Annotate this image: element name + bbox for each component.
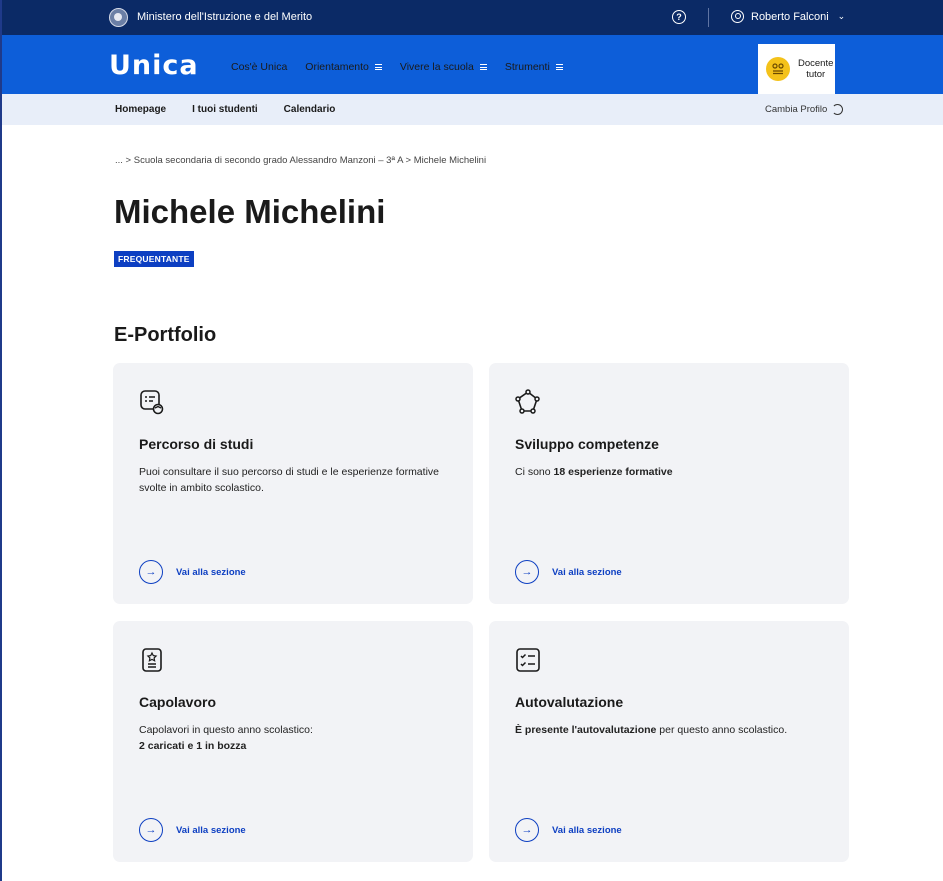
page-title: Michele Michelini [114,193,386,230]
main-nav: Cos'è Unica Orientamento Vivere la scuol… [231,61,581,73]
card-description: È presente l'autovalutazione per questo … [515,724,788,736]
menu-icon [479,64,487,70]
menu-icon [374,64,382,70]
subnav-item-students[interactable]: I tuoi studenti [192,104,258,115]
breadcrumb[interactable]: ... > Scuola secondaria di secondo grado… [115,155,486,166]
teacher-face-icon [772,63,784,75]
nav-item-cos-e-unica[interactable]: Cos'è Unica [231,61,287,73]
section-title: E-Portfolio [114,324,217,346]
card-title: Sviluppo competenze [515,436,659,452]
unica-logo[interactable]: Unica [109,50,199,81]
teacher-avatar-icon [766,57,790,81]
card-sviluppo-competenze: Sviluppo competenze Ci sono 18 esperienz… [489,363,849,604]
checklist-icon [516,648,540,672]
card-description: Capolavori in questo anno scolastico: 2 … [139,724,313,752]
nav-item-strumenti[interactable]: Strumenti [505,61,563,73]
arrow-right-icon: → [515,818,539,842]
republic-emblem-icon [109,8,128,27]
sub-nav: Homepage I tuoi studenti Calendario [115,104,361,115]
card-description: Ci sono 18 esperienze formative [515,466,673,478]
card-title: Capolavoro [139,694,217,710]
nav-item-orientamento[interactable]: Orientamento [305,61,382,73]
card-percorso-di-studi: Percorso di studi Puoi consultare il suo… [113,363,473,604]
divider [708,8,709,27]
profile-role: Docente tutor [798,58,834,80]
card-title: Percorso di studi [139,436,254,452]
skills-network-icon [515,389,540,414]
user-menu[interactable]: Roberto Falconi ⌄ [731,10,845,23]
subnav-item-calendar[interactable]: Calendario [284,104,336,115]
swap-icon [832,104,844,115]
go-to-section-link[interactable]: → Vai alla sezione [139,560,246,584]
user-name: Roberto Falconi [751,10,829,23]
ministry-bar: Ministero dell'Istruzione e del Merito ?… [0,0,943,35]
help-icon[interactable]: ? [672,10,686,24]
card-title: Autovalutazione [515,694,624,710]
arrow-right-icon: → [139,818,163,842]
menu-icon [555,64,563,70]
arrow-right-icon: → [515,560,539,584]
arrow-right-icon: → [139,560,163,584]
chevron-down-icon: ⌄ [837,11,846,21]
nav-item-vivere-la-scuola[interactable]: Vivere la scuola [400,61,487,73]
go-to-section-link[interactable]: → Vai alla sezione [139,818,246,842]
user-icon [731,10,744,23]
go-to-section-link[interactable]: → Vai alla sezione [515,818,622,842]
study-path-icon [140,390,164,415]
subnav-item-homepage[interactable]: Homepage [115,104,166,115]
status-badge: FREQUENTANTE [114,251,194,267]
masterpiece-icon [142,648,162,672]
profile-selector[interactable]: Docente tutor [758,44,835,94]
change-profile-link[interactable]: Cambia Profilo [765,104,844,115]
card-description: Puoi consultare il suo percorso di studi… [139,466,439,494]
go-to-section-link[interactable]: → Vai alla sezione [515,560,622,584]
window-border [0,0,2,881]
ministry-name[interactable]: Ministero dell'Istruzione e del Merito [137,11,312,23]
card-capolavoro: Capolavoro Capolavori in questo anno sco… [113,621,473,862]
card-autovalutazione: Autovalutazione È presente l'autovalutaz… [489,621,849,862]
